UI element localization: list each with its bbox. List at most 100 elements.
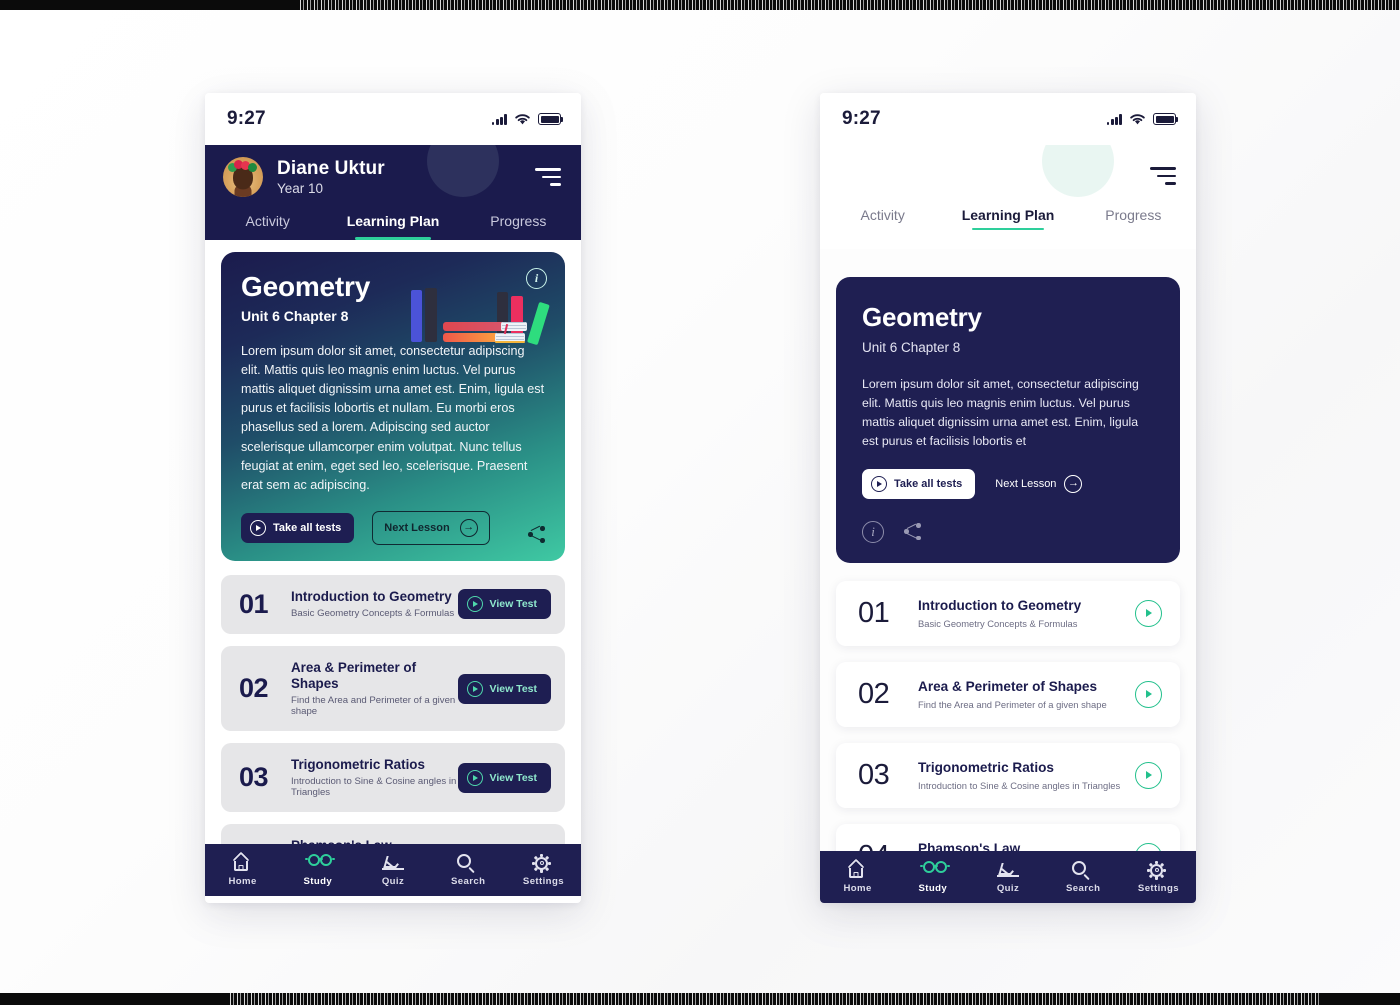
- play-icon: [466, 596, 483, 613]
- lesson-item[interactable]: 01 Introduction to Geometry Basic Geomet…: [836, 580, 1180, 646]
- lesson-desc: Find the Area and Perimeter of a given s…: [918, 698, 1107, 710]
- tab-learning-plan[interactable]: Learning Plan: [330, 201, 455, 240]
- hero-description: Lorem ipsum dolor sit amet, consectetur …: [241, 343, 545, 492]
- books-illustration: [387, 280, 550, 346]
- view-test-button[interactable]: View Test: [457, 589, 551, 620]
- avatar[interactable]: [223, 157, 263, 197]
- screen-content-left: i Geometry Unit 6 Chapter 8 Lorem ipsum …: [205, 240, 581, 896]
- view-test-button[interactable]: View Test: [457, 762, 551, 793]
- hero-subtitle: Unit 6 Chapter 8: [862, 339, 961, 355]
- nav-item-study[interactable]: Study: [280, 853, 355, 887]
- nav-item-settings[interactable]: Settings: [506, 853, 581, 887]
- battery-icon: [1153, 113, 1179, 125]
- lesson-title: Introduction to Geometry: [918, 597, 1082, 613]
- arrow-right-icon: →: [459, 518, 478, 537]
- bottom-nav-left: Home Study Quiz Search Settings: [205, 844, 581, 896]
- phone-mockup-right: 9:27 Activity Learning Plan Progress Geo…: [820, 93, 1196, 903]
- glasses-icon: [304, 853, 335, 867]
- hero-actions: Take all tests Next Lesson →: [241, 510, 545, 545]
- app-header: Diane Uktur Year 10 Activity Learning Pl…: [205, 145, 581, 240]
- bottom-nav-right: Home Study Quiz Search Settings: [820, 851, 1196, 903]
- wifi-icon: [1130, 113, 1145, 124]
- tab-progress[interactable]: Progress: [1071, 195, 1196, 234]
- play-lesson-button[interactable]: [1135, 599, 1162, 627]
- hero-description: Lorem ipsum dolor sit amet, consectetur …: [862, 376, 1139, 448]
- info-icon[interactable]: i: [862, 520, 884, 543]
- lesson-number: 01: [858, 596, 890, 629]
- search-icon: [1072, 860, 1091, 881]
- hero-title: Geometry: [862, 302, 982, 332]
- nav-label: Quiz: [996, 882, 1020, 894]
- view-test-label: View Test: [489, 598, 537, 611]
- lesson-item[interactable]: 01 Introduction to Geometry Basic Geomet…: [221, 574, 565, 634]
- tab-bar: Activity Learning Plan Progress: [205, 201, 581, 240]
- battery-icon: [538, 113, 564, 125]
- lesson-item[interactable]: 03 Trigonometric Ratios Introduction to …: [221, 743, 565, 813]
- nav-label: Study: [918, 882, 948, 894]
- take-all-tests-button[interactable]: Take all tests: [241, 512, 355, 543]
- scan-artifact-top: [0, 0, 1400, 10]
- share-icon[interactable]: [528, 525, 545, 543]
- play-icon: [871, 475, 887, 492]
- play-lesson-button[interactable]: [1135, 680, 1162, 708]
- lesson-desc: Introduction to Sine & Cosine angles in …: [918, 779, 1121, 791]
- nav-item-search[interactable]: Search: [1046, 860, 1121, 894]
- take-all-tests-label: Take all tests: [894, 477, 963, 490]
- hero-actions: Take all tests Next Lesson →: [862, 468, 1154, 499]
- lesson-item[interactable]: 03 Trigonometric Ratios Introduction to …: [836, 742, 1180, 808]
- nav-item-quiz[interactable]: Quiz: [970, 861, 1045, 894]
- play-lesson-button[interactable]: [1135, 761, 1162, 789]
- screen-content-right: Geometry Unit 6 Chapter 8 Lorem ipsum do…: [820, 249, 1196, 903]
- next-lesson-label: Next Lesson: [384, 521, 450, 534]
- take-all-tests-label: Take all tests: [273, 521, 342, 534]
- share-icon[interactable]: [904, 523, 921, 541]
- nav-item-search[interactable]: Search: [431, 853, 506, 887]
- hero-card-geometry: Geometry Unit 6 Chapter 8 Lorem ipsum do…: [836, 277, 1180, 563]
- nav-item-study[interactable]: Study: [895, 860, 970, 894]
- hero-footer-icons: i: [862, 520, 1154, 543]
- glasses-icon: [919, 860, 950, 874]
- home-icon: [847, 858, 866, 878]
- lesson-title: Trigonometric Ratios: [918, 759, 1054, 775]
- status-bar: 9:27: [820, 93, 1196, 145]
- user-name: Diane Uktur: [277, 158, 385, 180]
- lesson-number: 02: [858, 677, 890, 710]
- gear-icon: [1147, 860, 1166, 880]
- view-test-label: View Test: [489, 682, 537, 695]
- take-all-tests-button[interactable]: Take all tests: [862, 468, 976, 499]
- gear-icon: [532, 853, 551, 873]
- lesson-number: 03: [239, 762, 269, 793]
- lesson-desc: Basic Geometry Concepts & Formulas: [918, 617, 1078, 629]
- view-test-button[interactable]: View Test: [457, 673, 551, 704]
- play-icon: [466, 769, 483, 786]
- lesson-item[interactable]: 02 Area & Perimeter of Shapes Find the A…: [221, 645, 565, 732]
- nav-item-settings[interactable]: Settings: [1121, 860, 1196, 894]
- hamburger-icon[interactable]: [1150, 167, 1176, 185]
- quiz-pen-icon: [997, 861, 1019, 877]
- nav-item-quiz[interactable]: Quiz: [355, 854, 430, 887]
- tab-progress[interactable]: Progress: [456, 201, 581, 240]
- lesson-number: 01: [239, 588, 269, 619]
- status-time: 9:27: [842, 108, 881, 129]
- play-icon: [250, 519, 266, 536]
- nav-label: Search: [451, 875, 486, 887]
- quiz-pen-icon: [382, 854, 404, 870]
- app-header: Activity Learning Plan Progress: [820, 145, 1196, 249]
- nav-item-home[interactable]: Home: [820, 858, 895, 894]
- lesson-item[interactable]: 02 Area & Perimeter of Shapes Find the A…: [836, 661, 1180, 727]
- scan-artifact-bottom: [0, 993, 1400, 1005]
- tab-learning-plan[interactable]: Learning Plan: [945, 195, 1070, 234]
- play-icon: [466, 680, 483, 697]
- nav-item-home[interactable]: Home: [205, 851, 280, 887]
- hamburger-icon[interactable]: [535, 168, 561, 186]
- next-lesson-button[interactable]: Next Lesson →: [372, 510, 490, 545]
- lesson-number: 03: [858, 758, 890, 791]
- lesson-desc: Introduction to Sine & Cosine angles in …: [291, 776, 457, 799]
- mockup-stage: 9:27 Diane Uktur Year 10 Activity Learni…: [0, 0, 1400, 1005]
- next-lesson-button[interactable]: Next Lesson →: [995, 474, 1083, 493]
- signal-icon: [491, 113, 507, 125]
- wifi-icon: [515, 113, 530, 124]
- tab-activity[interactable]: Activity: [205, 201, 330, 240]
- tab-activity[interactable]: Activity: [820, 195, 945, 234]
- lesson-title: Area & Perimeter of Shapes: [918, 678, 1098, 694]
